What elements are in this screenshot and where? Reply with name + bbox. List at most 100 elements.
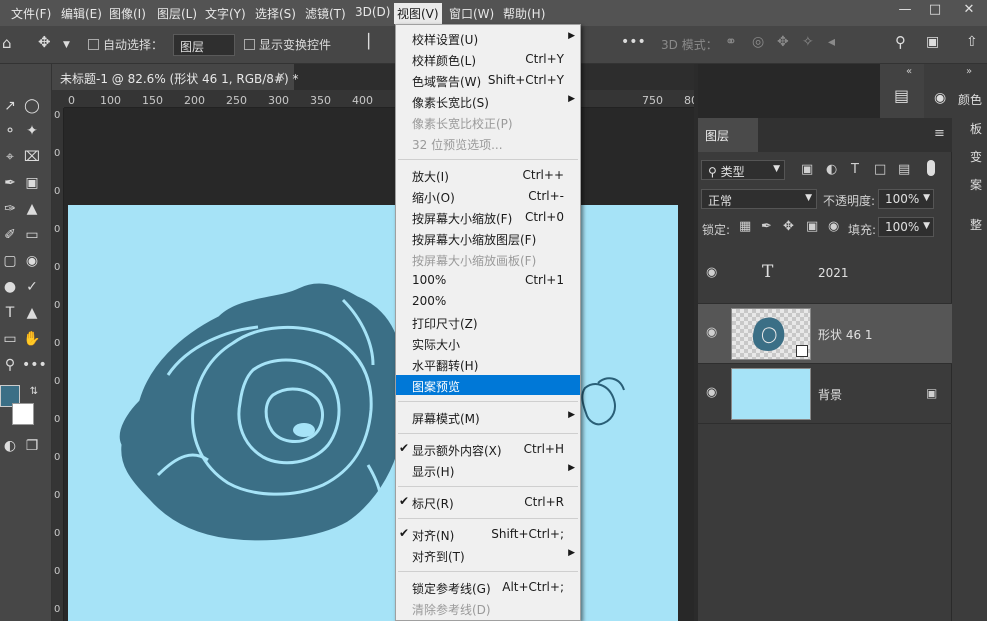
menu-3d[interactable]: 3D(D): [355, 5, 390, 19]
hand-icon[interactable]: ✋: [22, 329, 42, 349]
view-menu-item[interactable]: 水平翻转(H): [396, 354, 580, 374]
menu-window[interactable]: 窗口(W): [449, 5, 494, 22]
color-panel-label[interactable]: 颜色: [958, 91, 982, 108]
view-menu-item[interactable]: 校样设置(U) ▶: [396, 28, 580, 48]
rose-shape[interactable]: [68, 205, 678, 621]
edit-toolbar-icon[interactable]: •••: [22, 355, 47, 375]
visibility-eye-icon[interactable]: ◉: [706, 265, 717, 280]
move-tool-icon[interactable]: ✥: [38, 33, 51, 51]
layer-filter-dropdown[interactable]: ⚲ 类型 ▼: [701, 160, 785, 180]
visibility-eye-icon[interactable]: ◉: [706, 325, 717, 340]
layer-row[interactable]: ◉ 形状 46 1: [698, 304, 952, 364]
minimize-icon[interactable]: —: [894, 2, 916, 22]
quick-mask-icon[interactable]: ◐: [0, 436, 20, 456]
fill-input[interactable]: 100% ▼: [878, 217, 934, 237]
view-menu-item[interactable]: 显示(H) ▶: [396, 460, 580, 480]
layer-name[interactable]: 2021: [818, 266, 849, 280]
dodge-icon[interactable]: ●: [0, 277, 20, 297]
view-menu-item[interactable]: 100% Ctrl+1: [396, 270, 580, 290]
view-menu-item[interactable]: ✔ 标尺(R) Ctrl+R: [396, 492, 580, 512]
layer-row[interactable]: ◉ 背景 ▣: [698, 364, 952, 424]
pen-icon[interactable]: ✓: [22, 277, 42, 297]
filter-shape-icon[interactable]: □: [874, 162, 886, 177]
patterns-panel-label[interactable]: 案: [970, 176, 982, 193]
color-panel-icon[interactable]: ◉: [934, 90, 946, 106]
more-options-icon[interactable]: •••: [621, 34, 646, 50]
expand-icon[interactable]: »: [966, 66, 972, 77]
horizontal-ruler[interactable]: 0 100 150 200 250 300 350 400 750 800 85…: [64, 90, 694, 108]
filter-pixel-icon[interactable]: ▣: [801, 162, 813, 177]
screen-mode-icon[interactable]: ❐: [22, 436, 42, 456]
type-icon[interactable]: T: [0, 303, 20, 323]
close-tab-icon[interactable]: ×: [276, 69, 286, 83]
menu-edit[interactable]: 编辑(E): [61, 5, 102, 22]
shape-icon[interactable]: ▭: [0, 329, 20, 349]
opacity-input[interactable]: 100% ▼: [878, 189, 934, 209]
ruler-origin[interactable]: [52, 90, 64, 108]
view-menu-item[interactable]: ✔ 对齐(N) Shift+Ctrl+;: [396, 524, 580, 544]
brush-icon[interactable]: ✑: [0, 199, 20, 219]
view-menu-item[interactable]: 对齐到(T) ▶: [396, 545, 580, 565]
view-menu-item[interactable]: 锁定参考线(G) Alt+Ctrl+;: [396, 577, 580, 597]
document-canvas[interactable]: [68, 205, 678, 621]
menu-filter[interactable]: 滤镜(T): [305, 5, 346, 22]
filter-toggle[interactable]: [927, 160, 935, 176]
crop-icon[interactable]: ⌖: [0, 147, 20, 167]
layer-name[interactable]: 背景: [818, 386, 842, 403]
lasso-icon[interactable]: ⚬: [0, 121, 20, 141]
history-panel-icon[interactable]: ▤: [894, 86, 909, 105]
properties-panel-label[interactable]: 整: [970, 216, 982, 233]
view-menu-item[interactable]: 200%: [396, 291, 580, 311]
lock-artboard-icon[interactable]: ▣: [806, 219, 818, 234]
menu-layer[interactable]: 图层(L): [157, 5, 197, 22]
filter-adjustment-icon[interactable]: ◐: [826, 162, 837, 177]
close-window-icon[interactable]: ✕: [958, 2, 980, 22]
auto-select-checkbox[interactable]: 自动选择：: [88, 36, 163, 53]
view-menu-item[interactable]: 校样颜色(L) Ctrl+Y: [396, 49, 580, 69]
layer-row[interactable]: ◉ T 2021: [698, 244, 952, 304]
menu-help[interactable]: 帮助(H): [503, 5, 545, 22]
filter-smart-object-icon[interactable]: ▤: [898, 162, 910, 177]
panel-menu-icon[interactable]: ≡: [934, 126, 945, 141]
workspace-icon[interactable]: ▣: [926, 34, 939, 50]
eyedropper-icon[interactable]: ✒: [0, 173, 20, 193]
menu-image[interactable]: 图像(I): [109, 5, 146, 22]
share-icon[interactable]: ⇧: [966, 34, 978, 50]
lock-all-icon[interactable]: ◉: [828, 219, 839, 234]
adjustments-panel-label[interactable]: 变: [970, 148, 982, 165]
menu-view[interactable]: 视图(V): [394, 3, 442, 24]
chevron-down-icon[interactable]: ▼: [63, 40, 70, 50]
menu-select[interactable]: 选择(S): [255, 5, 296, 22]
view-menu-item[interactable]: 打印尺寸(Z): [396, 312, 580, 332]
filter-type-icon[interactable]: T: [851, 162, 859, 177]
eraser-icon[interactable]: ▭: [22, 225, 42, 245]
view-menu-item[interactable]: ✔ 显示额外内容(X) Ctrl+H: [396, 439, 580, 459]
view-menu-item[interactable]: 屏幕模式(M) ▶: [396, 407, 580, 427]
view-menu-item[interactable]: 放大(I) Ctrl++: [396, 165, 580, 185]
layer-name[interactable]: 形状 46 1: [818, 326, 873, 343]
lock-transparent-icon[interactable]: ▦: [739, 219, 751, 234]
layers-panel-title[interactable]: 图层: [698, 118, 758, 152]
view-menu-item[interactable]: 实际大小: [396, 333, 580, 353]
move-icon[interactable]: ↗: [0, 96, 20, 116]
blend-mode-dropdown[interactable]: 正常 ▼: [701, 189, 817, 209]
lock-position-icon[interactable]: ✥: [783, 219, 794, 234]
background-color-swatch[interactable]: [12, 403, 34, 425]
frame-icon[interactable]: ⌧: [22, 147, 42, 167]
document-tab[interactable]: 未标题-1 @ 82.6% (形状 46 1, RGB/8#) * ×: [52, 64, 298, 90]
view-menu-item[interactable]: 图案预览: [396, 375, 580, 395]
view-menu-item[interactable]: 色域警告(W) Shift+Ctrl+Y: [396, 70, 580, 90]
visibility-eye-icon[interactable]: ◉: [706, 385, 717, 400]
magic-wand-icon[interactable]: ✦: [22, 121, 42, 141]
home-icon[interactable]: ⌂: [2, 34, 12, 52]
lock-paint-icon[interactable]: ✒: [761, 219, 772, 234]
patch-icon[interactable]: ▣: [22, 173, 42, 193]
blur-icon[interactable]: ◉: [22, 251, 42, 271]
search-icon[interactable]: ⚲: [895, 33, 906, 51]
menu-file[interactable]: 文件(F): [11, 5, 51, 22]
show-transform-checkbox[interactable]: 显示变换控件: [244, 36, 331, 53]
menu-type[interactable]: 文字(Y): [205, 5, 246, 22]
view-menu-item[interactable]: 像素长宽比(S) ▶: [396, 91, 580, 111]
stamp-icon[interactable]: ▲: [22, 199, 42, 219]
zoom-icon[interactable]: ⚲: [0, 355, 20, 375]
